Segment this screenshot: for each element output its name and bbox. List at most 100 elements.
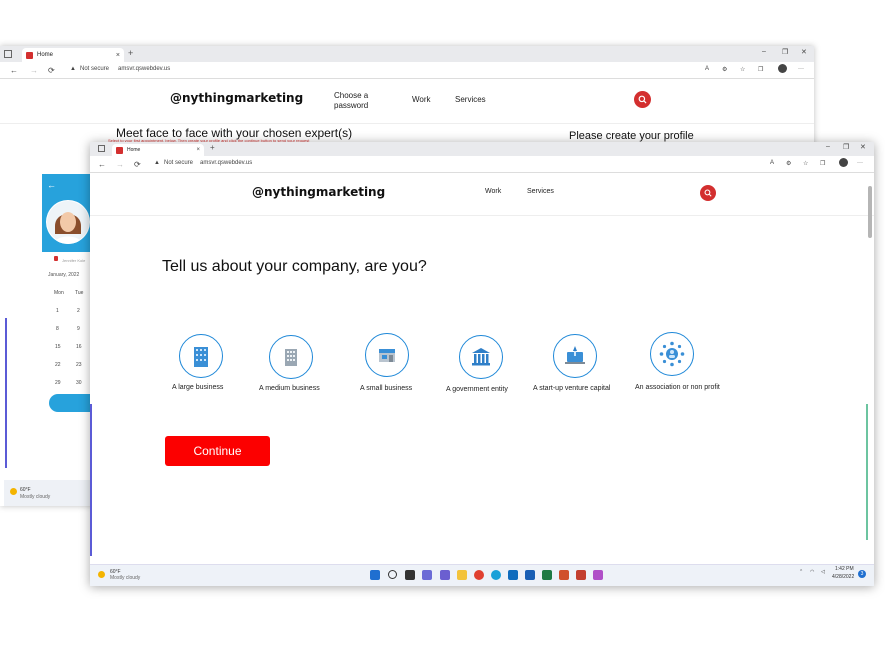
notification-badge[interactable]: 3 [858,570,866,578]
app-icon[interactable] [576,570,586,580]
powerpoint-icon[interactable] [559,570,569,580]
forward-arrow-icon[interactable]: → [30,66,38,75]
file-explorer-icon[interactable] [457,570,467,580]
option-label[interactable]: A medium business [259,385,320,392]
widgets-icon[interactable] [422,570,432,580]
tab-close-icon[interactable]: × [116,52,120,59]
new-tab-button[interactable]: + [210,143,215,152]
extensions-icon[interactable]: ⚙ [722,66,727,73]
volume-icon[interactable]: ◁ [821,569,825,575]
wifi-icon[interactable]: ◠ [810,569,814,575]
search-icon [704,189,712,197]
minimize-button[interactable]: – [826,143,830,150]
url-field[interactable]: amsvr.qswebdev.us [118,66,170,72]
back-arrow-icon[interactable]: ← [10,66,18,75]
create-profile-title: Please create your profile [569,130,694,142]
calendar-day[interactable]: 22 [55,362,61,368]
calendar-day[interactable]: 29 [55,380,61,386]
tab-title: Home [127,147,141,153]
choose-password-link[interactable]: Choose a password [334,91,380,111]
search-button[interactable] [700,185,716,201]
chrome-icon[interactable] [474,570,484,580]
calendar-day[interactable]: 30 [76,380,82,386]
favorites-icon[interactable]: ☆ [740,66,745,73]
scrollbar-thumb[interactable] [868,186,872,238]
tray-chevron-icon[interactable]: ⌃ [799,569,803,575]
refresh-icon[interactable]: ⟳ [134,160,141,169]
tab-close-icon[interactable]: × [196,147,200,153]
extensions-icon[interactable]: ⚙ [786,160,791,167]
tab-home[interactable]: Home × [112,144,204,156]
tab-strip: Home × + – ❐ ✕ [0,46,814,62]
option-large-business[interactable] [179,334,223,378]
continue-button[interactable]: Continue [165,436,270,466]
option-small-business[interactable] [365,333,409,377]
new-tab-button[interactable]: + [128,48,133,58]
book-button[interactable] [49,394,94,412]
office-tower-icon [194,347,208,367]
collections-icon[interactable]: ❐ [758,66,763,73]
maximize-button[interactable]: ❐ [843,143,849,151]
option-government-entity[interactable] [459,335,503,379]
option-label[interactable]: A start-up venture capital [533,385,610,392]
read-aloud-icon[interactable]: A [770,160,774,166]
calendar-day[interactable]: 1 [56,308,59,314]
nav-work[interactable]: Work [485,188,501,195]
refresh-icon[interactable]: ⟳ [48,66,55,75]
more-menu-icon[interactable]: ··· [857,160,863,166]
search-button[interactable] [634,91,651,108]
calendar-day[interactable]: 16 [76,344,82,350]
calendar-day[interactable]: 9 [77,326,80,332]
minimize-button[interactable]: – [762,48,766,55]
brand-logo[interactable]: @nythingmarketing [170,91,303,105]
excel-icon[interactable] [542,570,552,580]
expert-portrait-icon [47,201,89,244]
tab-actions-icon[interactable] [4,50,12,58]
clock-time[interactable]: 1:42 PM [835,566,854,572]
weather-condition: Mostly cloudy [110,575,141,581]
profile-avatar-icon[interactable] [839,158,848,167]
tab-home[interactable]: Home × [22,48,124,62]
calendar-day[interactable]: 8 [56,326,59,332]
url-field[interactable]: amsvr.qswebdev.us [200,160,252,166]
option-label[interactable]: A government entity [446,386,508,393]
option-association[interactable] [650,332,694,376]
option-label[interactable]: A small business [360,385,412,392]
site-favicon-icon [26,51,33,59]
option-startup-venture[interactable] [553,334,597,378]
calendar-day[interactable]: 15 [55,344,61,350]
paint-icon[interactable] [593,570,603,580]
brand-logo[interactable]: @nythingmarketing [252,185,385,199]
close-button[interactable]: ✕ [801,48,807,56]
chat-icon[interactable] [440,570,450,580]
back-arrow-icon[interactable]: ← [98,160,106,169]
tab-actions-icon[interactable] [98,145,105,152]
outlook-icon[interactable] [508,570,518,580]
start-icon[interactable] [370,570,380,580]
task-view-icon[interactable] [405,570,415,580]
option-medium-business[interactable] [269,335,313,379]
profile-avatar-icon[interactable] [778,64,787,73]
read-aloud-icon[interactable]: A [705,66,709,72]
calendar-day[interactable]: 23 [76,362,82,368]
clock-date[interactable]: 4/28/2022 [832,574,854,580]
favorites-icon[interactable]: ☆ [803,160,808,167]
more-menu-icon[interactable]: ··· [798,66,804,72]
word-icon[interactable] [525,570,535,580]
close-button[interactable]: ✕ [860,143,866,151]
nav-work[interactable]: Work [412,95,431,104]
search-icon[interactable] [388,570,397,579]
option-label[interactable]: A large business [172,384,223,391]
windows-taskbar: 60°F Mostly cloudy ⌃ ◠ ◁ 1:42 PM 4/28/20… [90,564,874,586]
collections-icon[interactable]: ❐ [820,160,825,167]
expert-card-header: ← [42,174,94,252]
option-label[interactable]: An association or non profit [635,384,720,391]
nav-services[interactable]: Services [455,95,486,104]
back-taskbar-weather[interactable]: 60°F Mostly cloudy [4,480,90,506]
edge-icon[interactable] [491,570,501,580]
calendar-day[interactable]: 2 [77,308,80,314]
nav-services[interactable]: Services [527,188,554,195]
forward-arrow-icon[interactable]: → [116,160,124,169]
maximize-button[interactable]: ❐ [782,48,788,56]
back-arrow-icon[interactable]: ← [47,180,56,190]
